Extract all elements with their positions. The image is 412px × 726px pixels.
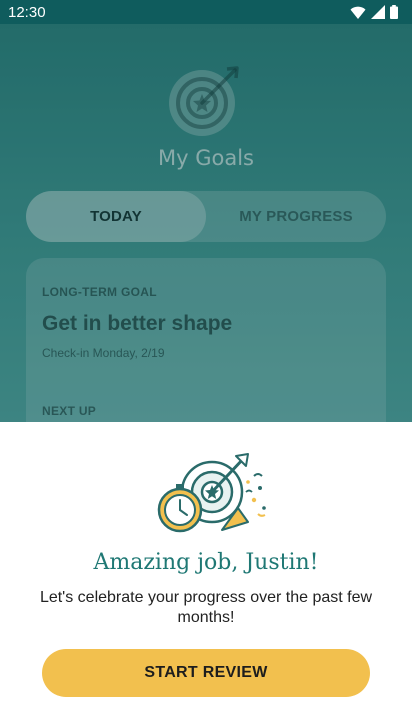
celebration-heading: Amazing job, Justin! [93,550,319,575]
target-arrow-icon [169,66,239,136]
celebration-bottom-sheet: Amazing job, Justin! Let's celebrate you… [0,422,412,726]
status-icons [350,5,398,19]
status-bar: 12:30 [0,0,412,24]
celebration-message: Let's celebrate your progress over the p… [39,589,373,626]
page-title: My Goals [158,146,254,170]
goal-section-label: LONG-TERM GOAL [42,285,157,299]
goal-title: Get in better shape [42,312,233,335]
celebration-target-stopwatch-icon [157,453,266,533]
battery-icon [390,5,398,19]
checkin-date: Check-in Monday, 2/19 [42,346,165,360]
tab-today[interactable]: TODAY [26,191,206,242]
wifi-icon [350,6,366,19]
tab-my-progress[interactable]: MY PROGRESS [206,191,386,242]
tab-bar: TODAY MY PROGRESS [26,191,386,242]
status-time: 12:30 [8,3,46,21]
start-review-button[interactable]: START REVIEW [42,649,370,697]
cellular-signal-icon [371,5,385,19]
next-up-label: NEXT UP [42,404,97,418]
